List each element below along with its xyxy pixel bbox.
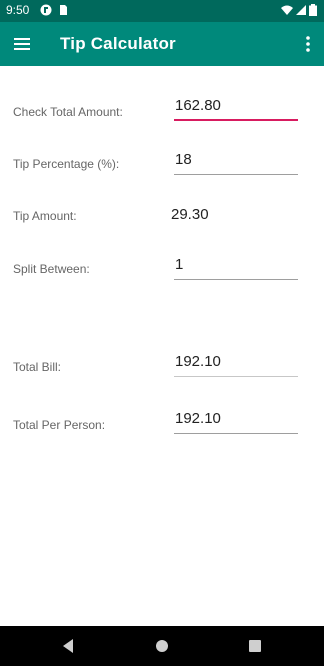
check-total-row: Check Total Amount: 162.80 bbox=[0, 92, 324, 132]
tip-percentage-input[interactable]: 18 bbox=[174, 149, 298, 175]
wifi-icon bbox=[281, 5, 293, 15]
split-label: Split Between: bbox=[13, 262, 90, 276]
back-icon[interactable] bbox=[59, 637, 77, 655]
per-person-label: Total Per Person: bbox=[13, 418, 106, 432]
battery-icon bbox=[309, 4, 317, 16]
sd-card-icon bbox=[60, 5, 67, 15]
app-title: Tip Calculator bbox=[60, 34, 176, 53]
split-input[interactable]: 1 bbox=[174, 254, 298, 280]
check-total-label: Check Total Amount: bbox=[13, 105, 123, 119]
more-vert-icon[interactable] bbox=[300, 34, 316, 54]
per-person-row: Total Per Person: 192.10 bbox=[0, 408, 324, 448]
total-bill-label: Total Bill: bbox=[13, 360, 62, 374]
recents-icon[interactable] bbox=[246, 637, 264, 655]
signal-icon bbox=[296, 5, 306, 15]
tip-amount-row: Tip Amount: 29.30 bbox=[0, 200, 324, 240]
navigation-bar bbox=[0, 626, 324, 666]
menu-icon[interactable] bbox=[12, 34, 32, 54]
total-bill-field: 192.10 bbox=[174, 351, 298, 377]
status-time: 9:50 bbox=[6, 3, 30, 17]
split-row: Split Between: 1 bbox=[0, 251, 324, 291]
tip-percentage-label: Tip Percentage (%): bbox=[13, 157, 120, 171]
tip-percentage-row: Tip Percentage (%): 18 bbox=[0, 146, 324, 186]
total-bill-row: Total Bill: 192.10 bbox=[0, 348, 324, 388]
check-total-input[interactable]: 162.80 bbox=[174, 95, 298, 121]
app-bar: Tip Calculator bbox=[0, 22, 324, 66]
status-bar: 9:50 bbox=[0, 0, 324, 22]
per-person-field: 192.10 bbox=[174, 408, 298, 434]
tip-amount-label: Tip Amount: bbox=[13, 209, 77, 223]
home-icon[interactable] bbox=[153, 637, 171, 655]
notification-icon bbox=[40, 4, 52, 16]
tip-amount-value: 29.30 bbox=[171, 206, 209, 223]
